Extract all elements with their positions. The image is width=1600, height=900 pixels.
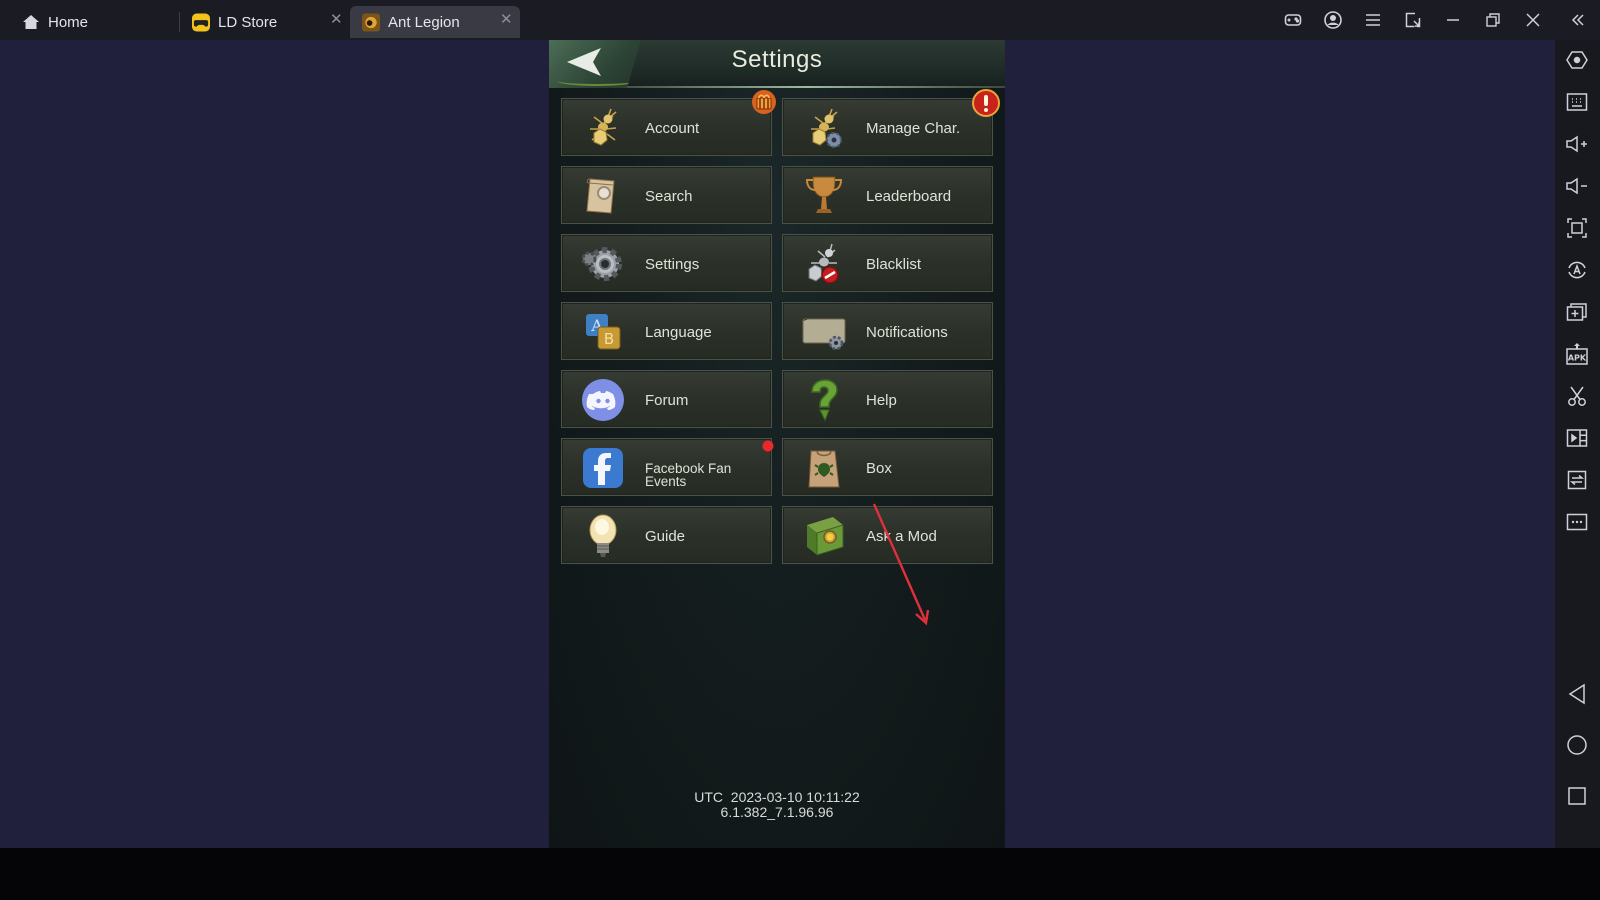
gear-icon — [580, 241, 626, 287]
tab-ld-store[interactable]: LD Store — [192, 6, 344, 38]
bag-icon — [801, 445, 847, 491]
account-icon[interactable] — [1321, 8, 1345, 32]
settings-button[interactable]: Settings — [561, 234, 772, 292]
trophy-icon — [801, 173, 847, 219]
svg-text:APK: APK — [1568, 354, 1587, 363]
alert-badge-icon — [972, 89, 1000, 122]
volume-down-icon[interactable] — [1563, 172, 1591, 200]
blacklist-button[interactable]: Blacklist — [782, 234, 993, 292]
annotation-arrow — [872, 503, 930, 626]
notification-dot — [762, 439, 774, 457]
button-label: Guide — [645, 527, 686, 545]
gamepad-icon[interactable] — [1281, 8, 1305, 32]
bottom-strip — [0, 848, 1600, 900]
minimize-icon[interactable] — [1441, 8, 1465, 32]
button-label: Language — [645, 323, 712, 341]
button-label-line-2: Events — [645, 473, 687, 489]
restore-icon[interactable] — [1481, 8, 1505, 32]
button-label: Manage Char. — [866, 119, 961, 137]
gift-badge-icon — [751, 89, 777, 120]
lightbulb-icon — [580, 513, 626, 559]
leaderboard-button[interactable]: Leaderboard — [782, 166, 993, 224]
game-header: Settings — [549, 40, 1005, 88]
account-button[interactable]: Account — [561, 90, 776, 156]
keyboard-icon[interactable] — [1563, 88, 1591, 116]
android-back-icon[interactable] — [1563, 680, 1591, 708]
notifications-button[interactable]: Notifications — [782, 302, 993, 360]
language-ab-icon: AB — [580, 309, 626, 355]
button-label: Box — [866, 459, 892, 477]
button-label: Account — [645, 119, 700, 137]
forum-button[interactable]: Forum — [561, 370, 772, 428]
screen-resize-icon[interactable] — [1401, 8, 1425, 32]
svg-text:B: B — [604, 330, 614, 348]
discord-icon — [580, 377, 626, 423]
manage-char-button[interactable]: Manage Char. — [782, 89, 1000, 156]
screenshot-icon[interactable] — [1563, 382, 1591, 410]
fullscreen-icon[interactable] — [1563, 214, 1591, 242]
game-screen: Settings Account Manage Char. Search Lea… — [549, 40, 1005, 848]
guide-button[interactable]: Guide — [561, 506, 772, 564]
close-tab-ant-legion-icon[interactable]: ✕ — [500, 12, 513, 28]
tab-divider — [179, 12, 180, 32]
settings-hex-icon[interactable] — [1563, 46, 1591, 74]
button-label: Notifications — [866, 323, 948, 341]
button-label: Forum — [645, 391, 689, 409]
facebook-icon — [580, 445, 626, 491]
notification-gear-icon — [801, 309, 847, 355]
menu-icon[interactable] — [1361, 8, 1385, 32]
tab-label: Home — [48, 13, 89, 31]
facebook-fan-events-button[interactable]: Facebook Fan Events — [561, 438, 774, 496]
button-label: Search — [645, 187, 693, 205]
question-icon — [801, 377, 847, 423]
android-recents-icon[interactable] — [1563, 782, 1591, 810]
tab-label: Ant Legion — [388, 13, 460, 31]
button-label: Blacklist — [866, 255, 922, 273]
book-icon — [801, 513, 847, 559]
emulator-sidebar: APK — [1555, 40, 1600, 848]
multi-instance-icon[interactable] — [1563, 298, 1591, 326]
sync-icon[interactable] — [1563, 466, 1591, 494]
button-label-second: Events — [645, 452, 686, 510]
collapse-sidebar-icon[interactable] — [1566, 8, 1590, 32]
utc-timestamp: UTC 2023-03-10 10:11:22 — [694, 789, 860, 805]
page-title: Settings — [731, 46, 823, 73]
more-icon[interactable] — [1563, 508, 1591, 536]
ld-store-icon — [192, 13, 210, 31]
vine-decoration — [557, 76, 637, 86]
button-label: Help — [866, 391, 897, 409]
footer-info: UTC 2023-03-10 10:11:22 6.1.382_7.1.96.9… — [549, 790, 1005, 820]
home-icon — [22, 13, 40, 31]
ant-gear-icon — [801, 105, 847, 151]
help-button[interactable]: Help — [782, 370, 993, 428]
button-label: Settings — [645, 255, 700, 273]
ant-legion-icon — [362, 13, 380, 31]
record-icon[interactable] — [1563, 424, 1591, 452]
close-icon[interactable] — [1521, 8, 1545, 32]
title-bar: Home LD Store ✕ Ant Legion ✕ — [0, 0, 1600, 40]
install-apk-icon[interactable]: APK — [1563, 340, 1591, 368]
tab-ant-legion[interactable]: Ant Legion — [350, 6, 520, 38]
tab-home[interactable]: Home — [22, 6, 172, 38]
ant-block-icon — [801, 241, 847, 287]
box-button[interactable]: Box — [782, 438, 993, 496]
tab-label: LD Store — [218, 13, 278, 31]
auto-rotate-icon[interactable] — [1563, 256, 1591, 284]
search-button[interactable]: Search — [561, 166, 772, 224]
button-label: Leaderboard — [866, 187, 952, 205]
language-button[interactable]: AB Language — [561, 302, 772, 360]
volume-up-icon[interactable] — [1563, 130, 1591, 158]
android-home-icon[interactable] — [1563, 731, 1591, 759]
ant-icon — [580, 105, 626, 151]
version-text: 6.1.382_7.1.96.96 — [720, 804, 834, 820]
close-tab-ld-store-icon[interactable]: ✕ — [330, 12, 343, 28]
scroll-search-icon — [580, 173, 626, 219]
